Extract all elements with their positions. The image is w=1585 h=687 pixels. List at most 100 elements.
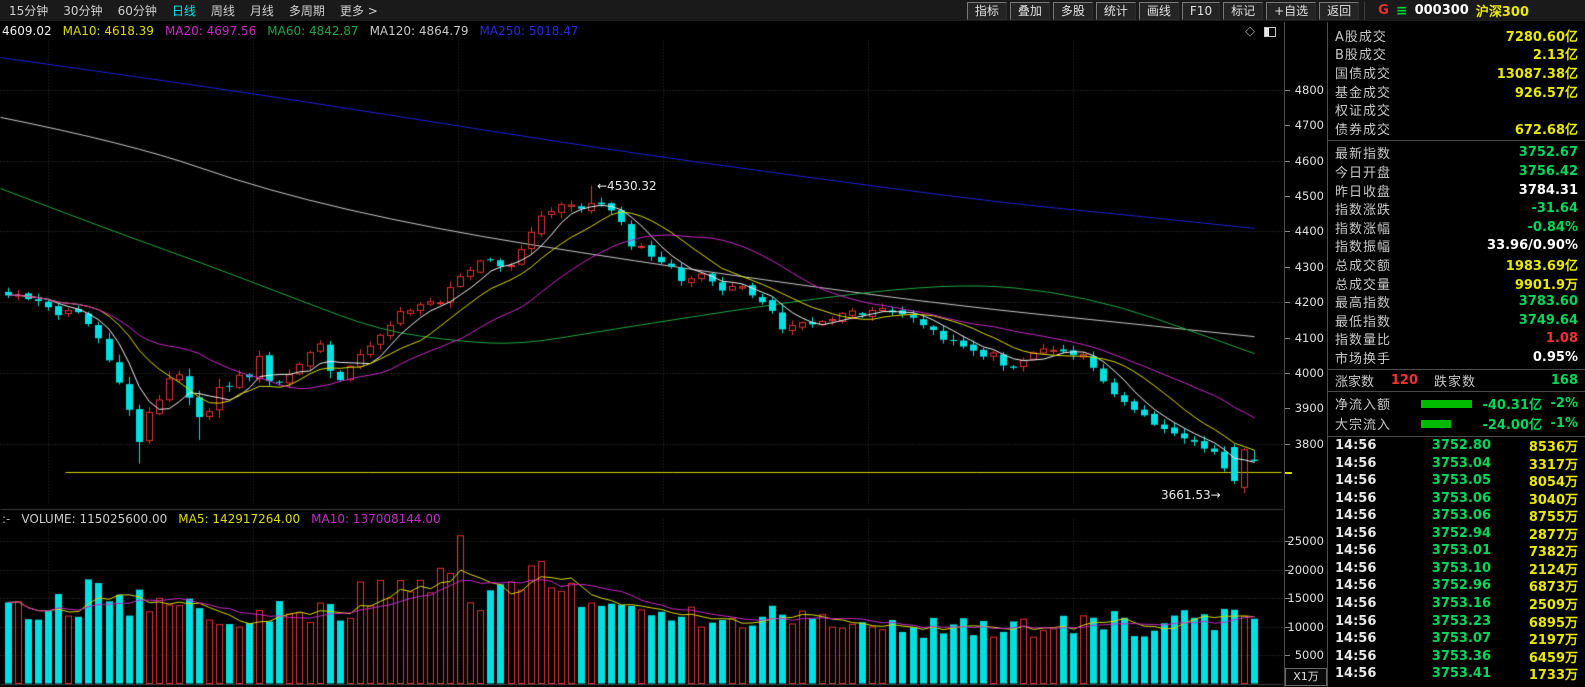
breadth-row: 涨家数 120 跌家数 168	[1328, 370, 1585, 392]
flow-bar	[1421, 420, 1451, 428]
toolbar-button-6[interactable]: 标记	[1223, 2, 1263, 20]
tick-row: 14:563752.966873万	[1328, 577, 1585, 595]
index-label: 指数涨跌	[1335, 199, 1391, 218]
tick-price: 3753.41	[1397, 666, 1491, 681]
market-label: B股成交	[1335, 44, 1387, 63]
panel-toggle-icon[interactable]	[1264, 27, 1276, 37]
flow-value: -40.31亿	[1482, 394, 1542, 413]
index-row: 指数振幅 33.96/0.90%	[1328, 237, 1585, 256]
ma-value-5: MA250: 5018.47	[480, 24, 579, 38]
chart-area[interactable]: 4609.02MA10: 4618.39MA20: 4697.56MA60: 4…	[0, 22, 1284, 687]
toolbar-button-3[interactable]: 统计	[1096, 2, 1136, 20]
index-label: 指数振幅	[1335, 236, 1391, 255]
price-axis-label: 4200	[1285, 295, 1324, 309]
tick-price: 3753.01	[1397, 543, 1491, 558]
app-root: 15分钟 30分钟 60分钟日线周线月线多周期更多 > 指标叠加多股统计画线F10标…	[0, 0, 1585, 687]
toolbar-buttons: 指标叠加多股统计画线F10标记+自选返回	[967, 2, 1359, 20]
index-value: 33.96/0.90%	[1487, 238, 1578, 253]
market-value: 2.13亿	[1533, 44, 1578, 63]
advancers-label: 涨家数	[1335, 371, 1374, 390]
index-label: 总成交量	[1335, 274, 1391, 293]
market-row: 权证成交	[1328, 100, 1585, 119]
tick-row: 14:563753.162509万	[1328, 595, 1585, 613]
market-value: 672.68亿	[1515, 119, 1578, 138]
tick-time: 14:56	[1335, 473, 1397, 488]
toolbar-button-4[interactable]: 画线	[1139, 2, 1179, 20]
period-tab-6[interactable]: 多周期	[289, 2, 325, 19]
volume-axis-label: 10000	[1285, 620, 1324, 634]
tick-volume: 3317万	[1491, 454, 1578, 473]
period-tab-3[interactable]: 日线	[172, 2, 196, 19]
list-icon[interactable]: ≡	[1396, 3, 1408, 19]
index-value: 9901.9万	[1515, 274, 1578, 293]
tick-volume: 2197万	[1491, 629, 1578, 648]
ma-value-2: MA20: 4697.56	[165, 24, 256, 38]
price-axis: X1万 480047004600450044004300420041004000…	[1284, 22, 1327, 687]
tick-volume: 2877万	[1491, 524, 1578, 543]
period-tab-4[interactable]: 周线	[211, 2, 235, 19]
stock-header[interactable]: G ≡ 000300 沪深300	[1370, 1, 1529, 20]
toolbar-button-7[interactable]: +自选	[1266, 2, 1316, 20]
volume-unit-label: X1万	[1285, 668, 1327, 686]
index-row: 最低指数3749.64	[1328, 311, 1585, 330]
market-row: A股成交 7280.60亿	[1328, 26, 1585, 45]
tick-volume: 3040万	[1491, 489, 1578, 508]
tick-time: 14:56	[1335, 438, 1397, 453]
index-row: 指数涨跌 -31.64	[1328, 199, 1585, 218]
index-value: 3783.60	[1519, 294, 1578, 309]
ma-value-4: MA120: 4864.79	[370, 24, 469, 38]
tick-time: 14:56	[1335, 491, 1397, 506]
toolbar-button-1[interactable]: 叠加	[1010, 2, 1050, 20]
tick-time: 14:56	[1335, 508, 1397, 523]
index-row: 指数涨幅-0.84%	[1328, 218, 1585, 237]
toolbar-button-8[interactable]: 返回	[1319, 2, 1359, 20]
volume-axis-label: 15000	[1285, 591, 1324, 605]
tick-volume: 8536万	[1491, 436, 1578, 455]
tick-time: 14:56	[1335, 578, 1397, 593]
diamond-icon[interactable]: ◇	[1245, 24, 1255, 39]
tick-volume: 1733万	[1491, 664, 1578, 683]
index-row: 总成交额1983.69亿	[1328, 255, 1585, 274]
index-row: 最新指数3752.67	[1328, 144, 1585, 163]
tick-time: 14:56	[1335, 649, 1397, 664]
market-value: 13087.38亿	[1497, 63, 1578, 82]
flow-value: -24.00亿	[1482, 414, 1542, 433]
toolbar-button-0[interactable]: 指标	[967, 2, 1007, 20]
tick-price: 3753.36	[1397, 649, 1491, 664]
stock-name: 沪深300	[1476, 1, 1529, 20]
period-tab-2[interactable]: 60分钟	[118, 2, 157, 19]
period-tab-7[interactable]: 更多 >	[340, 2, 378, 19]
tick-price: 3753.05	[1397, 473, 1491, 488]
tick-time: 14:56	[1335, 631, 1397, 646]
market-row: 债券成交672.68亿	[1328, 119, 1585, 138]
tick-row: 14:563752.808536万	[1328, 437, 1585, 455]
price-axis-label: 4600	[1285, 154, 1324, 168]
volume-axis-label: 5000	[1285, 648, 1324, 662]
toolbar-button-5[interactable]: F10	[1182, 2, 1220, 20]
index-label: 最高指数	[1335, 292, 1391, 311]
tick-price: 3753.10	[1397, 561, 1491, 576]
flow-label: 净流入额	[1335, 394, 1421, 413]
tick-time: 14:56	[1335, 561, 1397, 576]
period-tab-5[interactable]: 月线	[250, 2, 274, 19]
flow-row: 大宗流入-24.00亿-1%	[1328, 414, 1585, 434]
index-row: 市场换手0.95%	[1328, 348, 1585, 367]
toolbar-button-2[interactable]: 多股	[1053, 2, 1093, 20]
index-value: -31.64	[1531, 201, 1578, 216]
volume-value-0: :-	[2, 512, 10, 526]
ma-value-1: MA10: 4618.39	[63, 24, 154, 38]
market-value: 926.57亿	[1515, 82, 1578, 101]
period-tab-0[interactable]: 15分钟	[9, 2, 48, 19]
tick-price: 3753.04	[1397, 456, 1491, 471]
candlestick-chart-canvas[interactable]	[0, 22, 1284, 687]
tick-volume: 2509万	[1491, 594, 1578, 613]
decliners-label: 跌家数	[1434, 371, 1476, 390]
market-value: 7280.60亿	[1506, 26, 1578, 45]
price-axis-label: 4400	[1285, 224, 1324, 238]
tick-row: 14:563752.942877万	[1328, 525, 1585, 543]
market-label: A股成交	[1335, 26, 1387, 45]
volume-axis-label: 25000	[1285, 534, 1324, 548]
period-tab-1[interactable]: 30分钟	[63, 2, 102, 19]
index-row: 指数量比1.08	[1328, 330, 1585, 349]
price-axis-label: 4800	[1285, 83, 1324, 97]
